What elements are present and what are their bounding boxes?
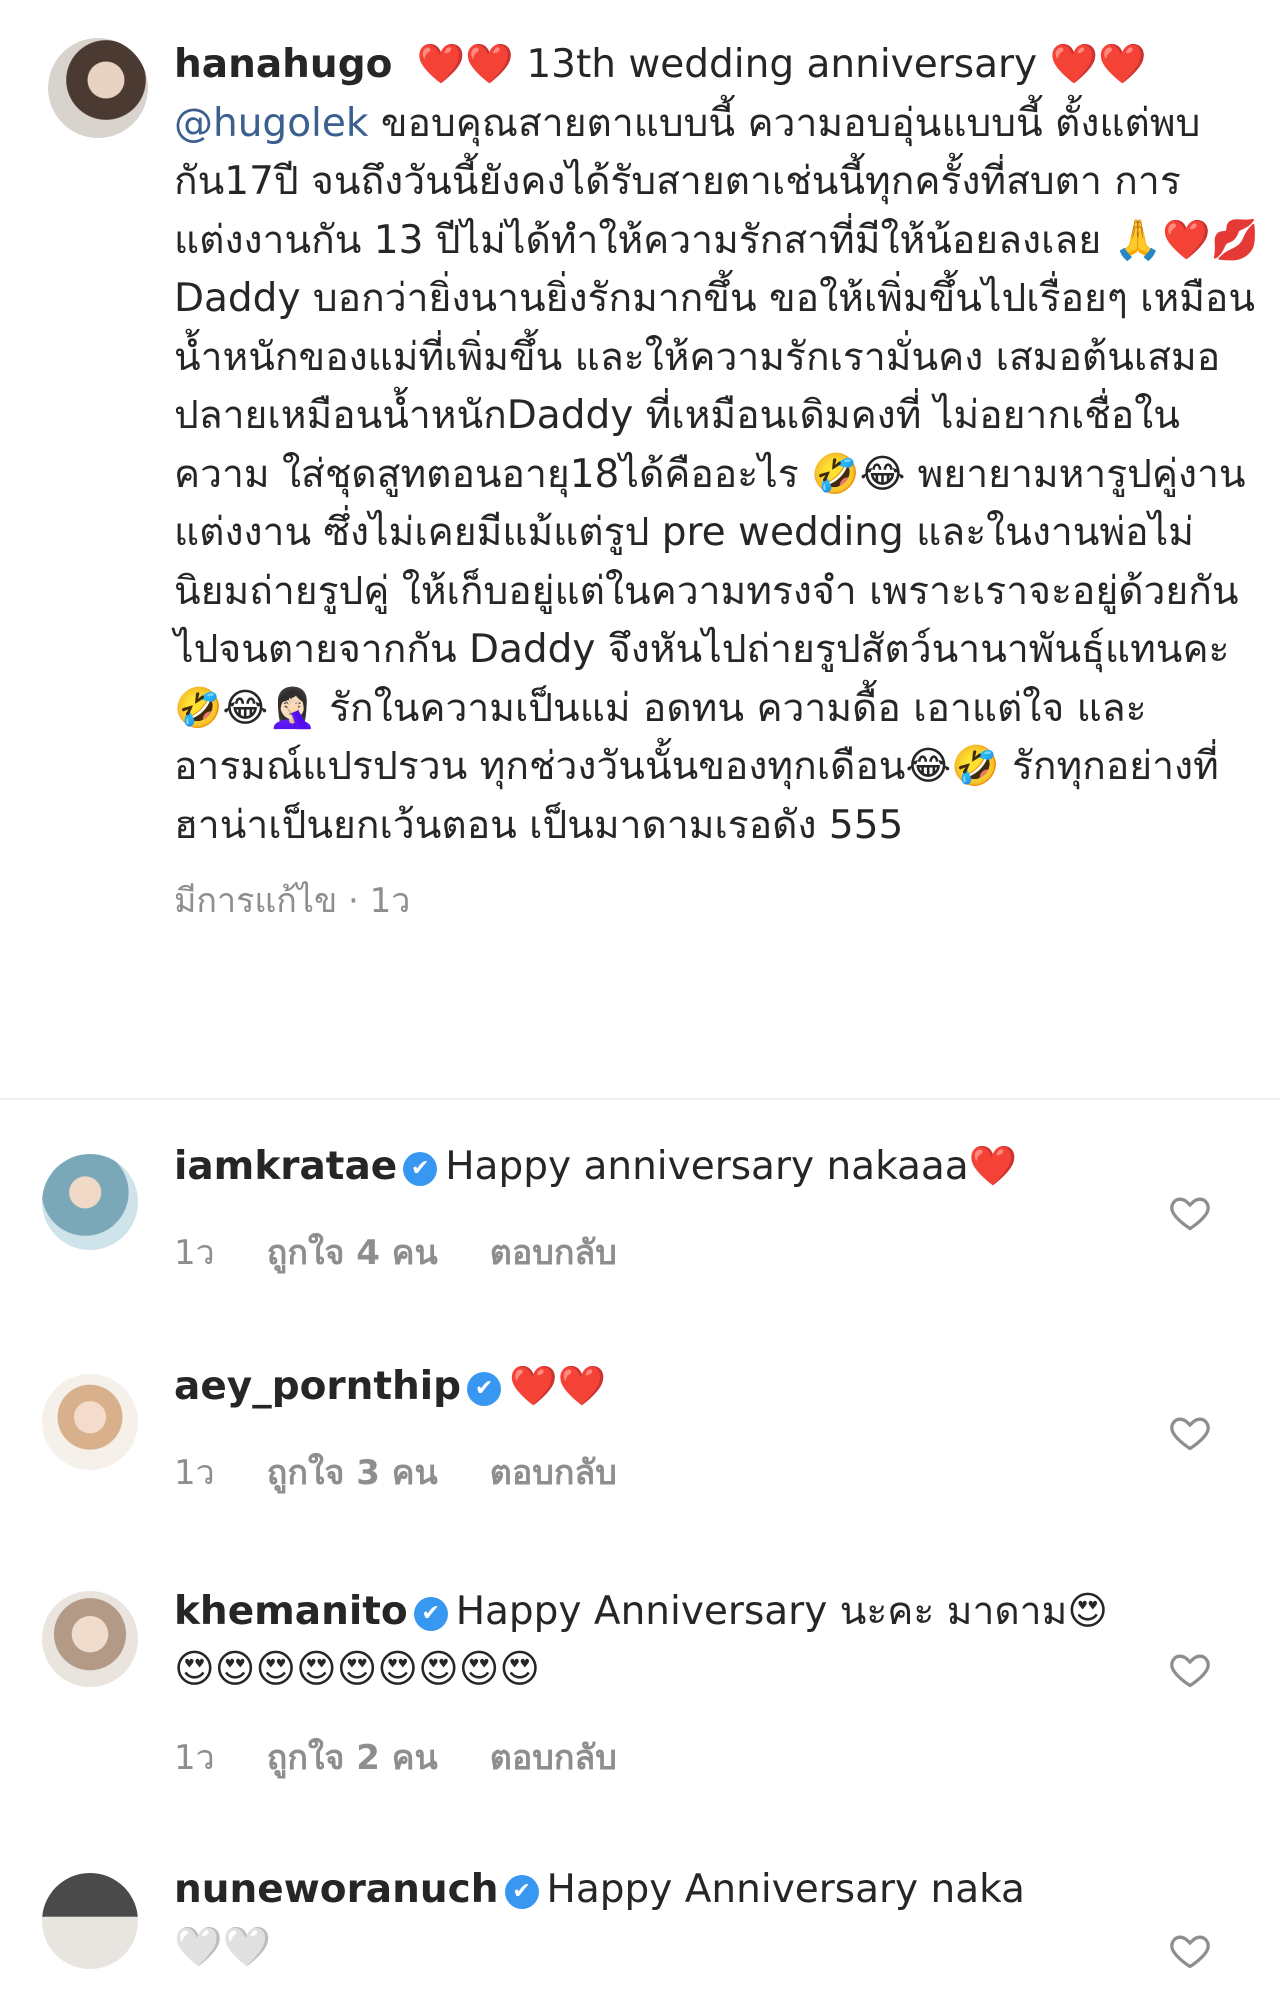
comment-text: aey_pornthip ✔ ❤️❤️: [174, 1358, 1144, 1416]
comment-username[interactable]: khemanito: [174, 1589, 408, 1634]
comment-time: 1ว: [174, 1453, 215, 1493]
post-caption-block: hanahugo ❤️❤️ 13th wedding anniversary ❤…: [0, 0, 1280, 1100]
caption-hearts-2: ❤️❤️: [1049, 42, 1147, 87]
divider: [0, 1098, 1280, 1100]
verified-badge-icon: ✔: [467, 1372, 502, 1406]
post-meta: มีการแก้ไข · 1ว: [174, 881, 411, 921]
post-username[interactable]: hanahugo: [174, 42, 392, 87]
avatar[interactable]: [42, 1873, 138, 1969]
caption-hearts: ❤️❤️: [416, 42, 514, 87]
comment-body: Happy anniversary nakaaa❤️: [445, 1144, 1018, 1189]
verified-badge-icon: ✔: [403, 1152, 438, 1186]
avatar[interactable]: [42, 1591, 138, 1687]
heart-outline-icon[interactable]: [1168, 1410, 1212, 1454]
comment-likes[interactable]: ถูกใจ 2 คน: [267, 1738, 438, 1778]
comment-username[interactable]: nuneworanuch: [174, 1867, 499, 1912]
caption-title: 13th wedding anniversary: [526, 42, 1038, 87]
caption: hanahugo ❤️❤️ 13th wedding anniversary ❤…: [174, 32, 1264, 855]
verified-badge-icon: ✔: [504, 1875, 539, 1909]
verified-badge-icon: ✔: [413, 1597, 448, 1631]
comment-meta: 1ว ถูกใจ 3 คน ตอบกลับ: [174, 1445, 669, 1499]
comment-username[interactable]: iamkratae: [174, 1144, 397, 1189]
avatar[interactable]: [42, 1374, 138, 1470]
comment-body: ❤️❤️: [509, 1364, 607, 1409]
avatar[interactable]: [42, 1154, 138, 1250]
reply-button[interactable]: ตอบกลับ: [490, 1233, 617, 1273]
comment-text: khemanito ✔ Happy Anniversary นะคะ มาดาม😍😍…: [174, 1583, 1144, 1699]
comment-meta: 1ว ถูกใจ 4 คน ตอบกลับ: [174, 1225, 669, 1279]
reply-button[interactable]: ตอบกลับ: [490, 1453, 617, 1493]
caption-body: ขอบคุณสายตาแบบนี้ ความอบอุ่นแบบนี้ ตั้งแ…: [174, 100, 1260, 848]
avatar[interactable]: [48, 38, 148, 138]
comment-time: 1ว: [174, 1233, 215, 1273]
comment-likes[interactable]: ถูกใจ 4 คน: [267, 1233, 438, 1273]
heart-outline-icon[interactable]: [1168, 1928, 1212, 1972]
comment-body: Happy Anniversary naka: [546, 1867, 1025, 1912]
comment-username[interactable]: aey_pornthip: [174, 1364, 461, 1409]
reply-button[interactable]: ตอบกลับ: [490, 1738, 617, 1778]
comment-text: iamkratae ✔ Happy anniversary nakaaa❤️: [174, 1138, 1144, 1196]
mention-link[interactable]: @hugolek: [174, 101, 368, 146]
comment-likes[interactable]: ถูกใจ 3 คน: [267, 1453, 438, 1493]
comment-body-hearts: 🤍🤍: [174, 1925, 272, 1970]
heart-outline-icon[interactable]: [1168, 1190, 1212, 1234]
comment-time: 1ว: [174, 1738, 215, 1778]
comment-text: nuneworanuch ✔ Happy Anniversary naka 🤍🤍: [174, 1861, 1144, 1977]
heart-outline-icon[interactable]: [1168, 1647, 1212, 1691]
comment-meta: 1ว ถูกใจ 2 คน ตอบกลับ: [174, 1730, 669, 1784]
